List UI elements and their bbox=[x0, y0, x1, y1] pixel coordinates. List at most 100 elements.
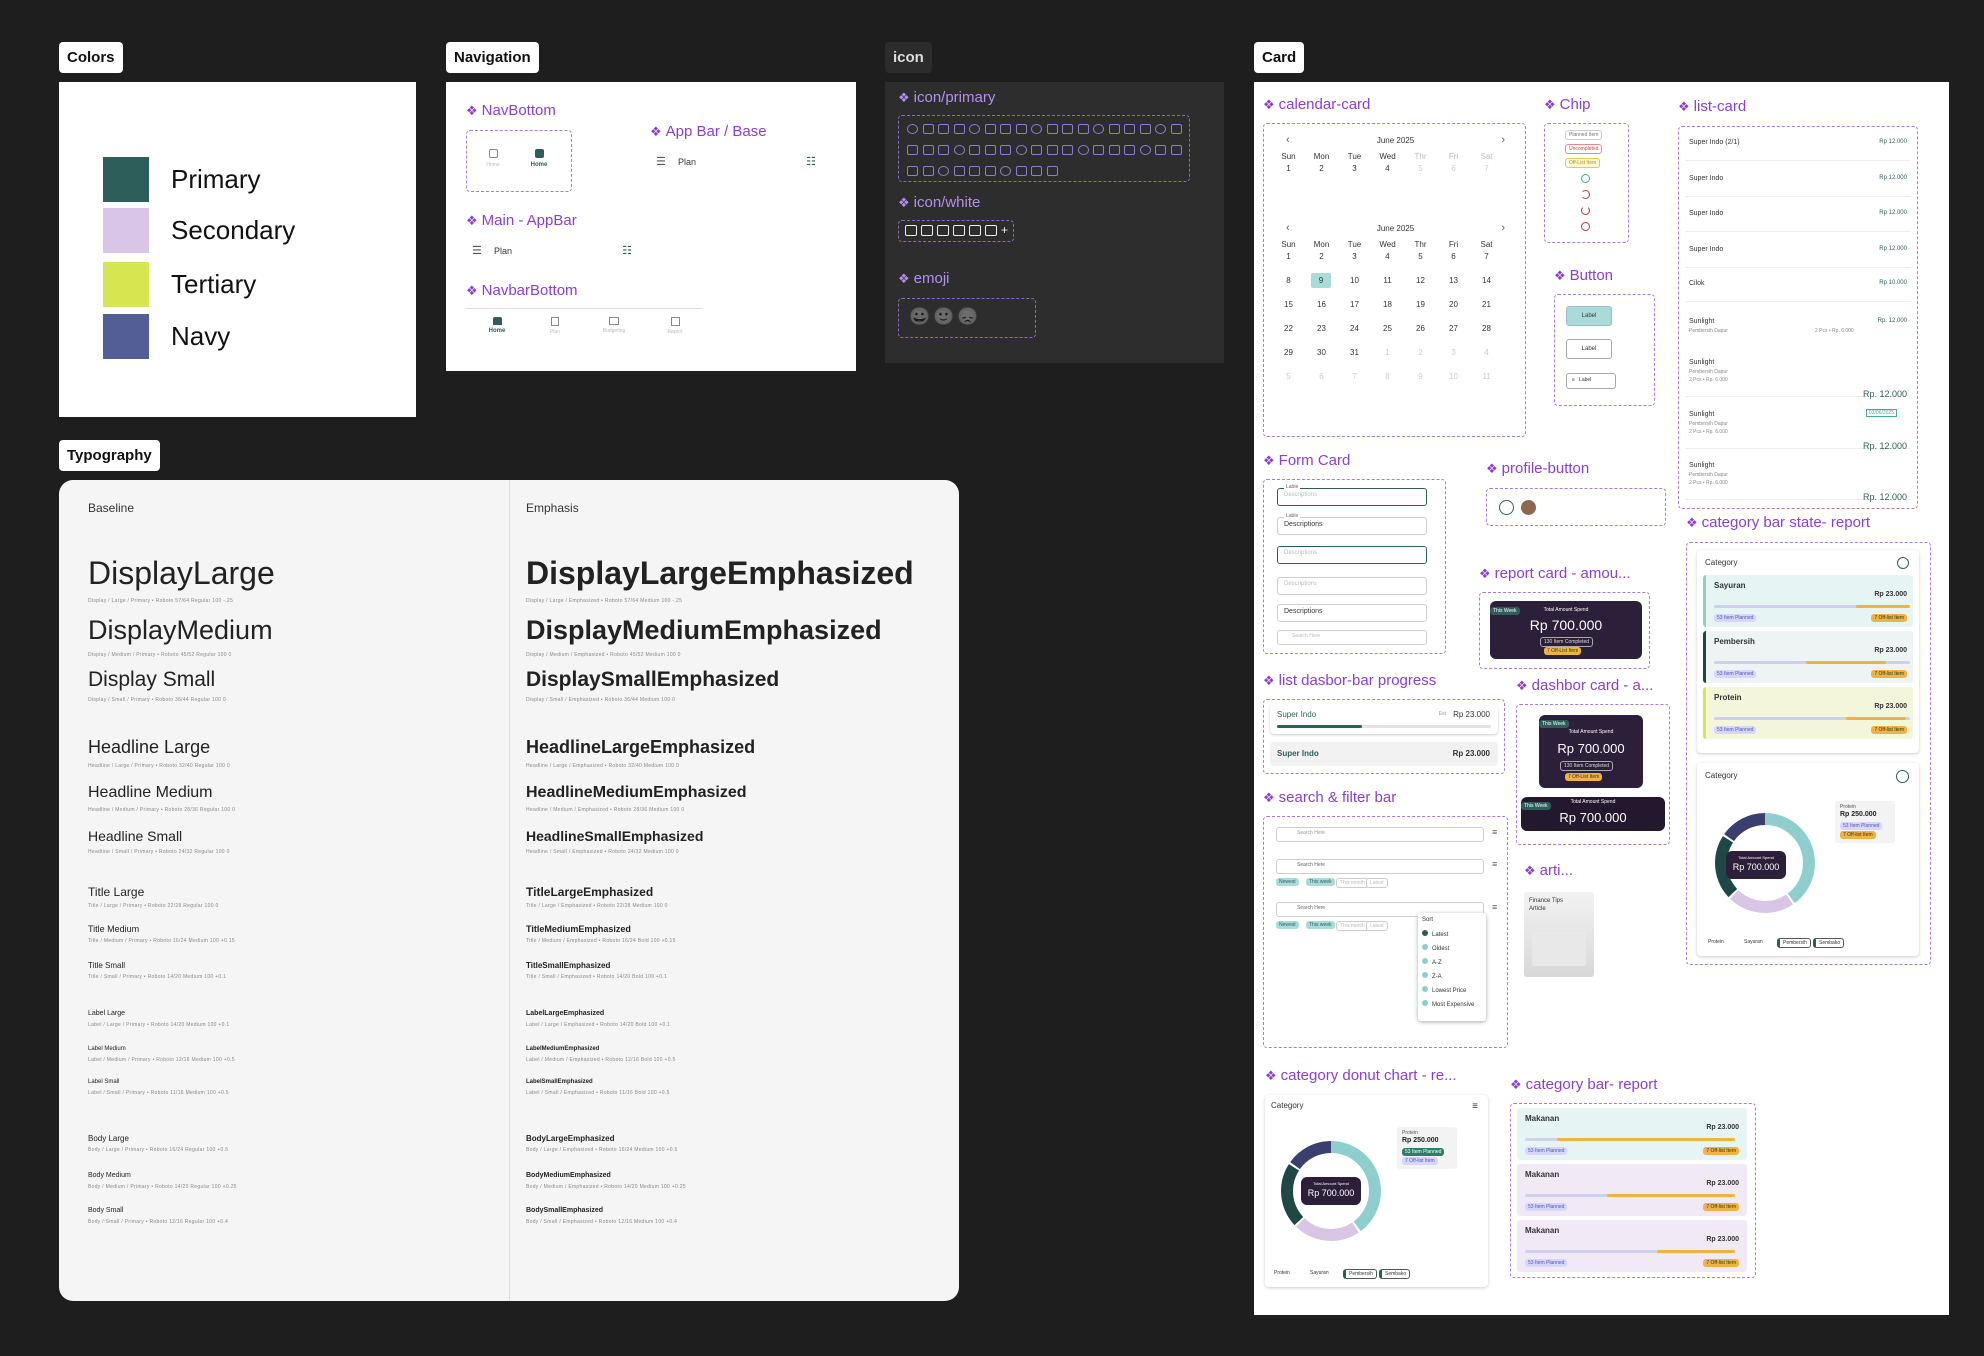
list-dasbor-item[interactable]: Super Indo Est Rp 23.000 bbox=[1270, 704, 1498, 734]
icon-glyph-icon[interactable] bbox=[953, 145, 965, 155]
calendar-day[interactable]: 2 bbox=[1404, 348, 1437, 357]
emoji-happy-icon[interactable]: 😀 bbox=[909, 307, 930, 327]
calendar-day[interactable]: 23 bbox=[1305, 324, 1338, 333]
list-card-row[interactable]: Super Indo Rp 12.000 bbox=[1685, 240, 1911, 268]
icon-glyph-icon[interactable] bbox=[1077, 145, 1089, 155]
outlined-button[interactable]: Label bbox=[1566, 339, 1612, 359]
icon-glyph-icon[interactable] bbox=[1015, 145, 1027, 155]
search-input[interactable]: Search Here bbox=[1276, 827, 1484, 842]
icon-glyph-icon[interactable] bbox=[1031, 166, 1042, 176]
legend-item[interactable]: Sembako bbox=[1379, 1269, 1411, 1279]
icon-glyph-icon[interactable] bbox=[1000, 124, 1011, 134]
calendar-day[interactable]: 10 bbox=[1338, 276, 1371, 285]
list-dasbor-item-completed[interactable]: Super Indo Rp 23.000 bbox=[1270, 742, 1498, 766]
sort-option[interactable]: Most Expensive bbox=[1422, 1000, 1474, 1008]
navbar-item-plan[interactable]: Plan bbox=[540, 317, 570, 335]
calendar-day[interactable]: 5 bbox=[1404, 252, 1437, 261]
filled-button[interactable]: Label bbox=[1566, 306, 1612, 326]
filter-icon[interactable]: ≡ bbox=[1492, 827, 1497, 837]
calendar-day[interactable]: 21 bbox=[1470, 300, 1503, 309]
icon-glyph-icon[interactable] bbox=[1031, 145, 1042, 155]
emoji-sad-icon[interactable]: 😞 bbox=[957, 307, 978, 327]
icon-white-glyph-icon[interactable] bbox=[985, 225, 997, 236]
calendar-day[interactable]: 24 bbox=[1338, 324, 1371, 333]
calendar-day[interactable]: 7 bbox=[1470, 252, 1503, 261]
calendar-day[interactable]: 4 bbox=[1470, 348, 1503, 357]
calendar-day[interactable]: 6 bbox=[1437, 164, 1470, 173]
calendar-day[interactable]: 19 bbox=[1404, 300, 1437, 309]
icon-glyph-icon[interactable] bbox=[1046, 145, 1058, 155]
icon-glyph-icon[interactable] bbox=[1108, 124, 1120, 134]
filter-chip[interactable]: Latest bbox=[1366, 921, 1388, 931]
nav-item-home-inactive[interactable]: Home bbox=[481, 149, 505, 168]
chevron-right-icon[interactable]: › bbox=[1501, 134, 1505, 146]
legend-item[interactable]: Protein bbox=[1705, 938, 1727, 946]
icon-white-glyph-icon[interactable]: + bbox=[1001, 224, 1013, 236]
icon-glyph-icon[interactable] bbox=[938, 145, 949, 155]
icon-glyph-icon[interactable] bbox=[907, 124, 918, 134]
icon-glyph-icon[interactable] bbox=[953, 124, 965, 134]
icon-glyph-icon[interactable] bbox=[953, 166, 965, 176]
chip-planned[interactable]: Planned Item bbox=[1565, 130, 1603, 140]
icon-glyph-icon[interactable] bbox=[1093, 124, 1104, 134]
navbar-item-home[interactable]: Home bbox=[482, 317, 512, 334]
icon-white-glyph-icon[interactable] bbox=[905, 225, 917, 236]
list-card-row[interactable]: Super Indo (2/1) Rp 12.000 bbox=[1685, 133, 1911, 161]
icon-glyph-icon[interactable] bbox=[1124, 145, 1135, 155]
icon-glyph-icon[interactable] bbox=[1139, 145, 1151, 155]
icon-glyph-icon[interactable] bbox=[1124, 124, 1135, 134]
calendar-day[interactable]: 25 bbox=[1371, 324, 1404, 333]
icon-glyph-icon[interactable] bbox=[907, 166, 918, 176]
icon-glyph-icon[interactable] bbox=[1000, 145, 1011, 155]
icon-glyph-icon[interactable] bbox=[922, 166, 934, 176]
calendar-day[interactable]: 4 bbox=[1371, 164, 1404, 173]
form-field-filled[interactable]: Descriptions bbox=[1277, 517, 1427, 535]
form-field-empty[interactable]: Descriptions bbox=[1277, 577, 1427, 595]
calendar-day[interactable]: 11 bbox=[1470, 372, 1503, 381]
calendar-day[interactable]: 30 bbox=[1305, 348, 1338, 357]
list-icon[interactable]: ☷ bbox=[806, 155, 816, 168]
legend-item[interactable]: Sayuran bbox=[1741, 938, 1766, 946]
calendar-day[interactable]: 1 bbox=[1272, 164, 1305, 173]
calendar-day[interactable]: 7 bbox=[1470, 164, 1503, 173]
calendar-day[interactable]: 8 bbox=[1371, 372, 1404, 381]
icon-glyph-icon[interactable] bbox=[1170, 145, 1182, 155]
icon-glyph-icon[interactable] bbox=[1015, 124, 1027, 134]
calendar-day[interactable]: 1 bbox=[1272, 252, 1305, 261]
icon-glyph-icon[interactable] bbox=[969, 166, 980, 176]
calendar-day[interactable]: 6 bbox=[1305, 372, 1338, 381]
calendar-day[interactable]: 7 bbox=[1338, 372, 1371, 381]
icon-glyph-icon[interactable] bbox=[1139, 124, 1151, 134]
icon-glyph-icon[interactable] bbox=[938, 166, 949, 176]
chip-uncompleted[interactable]: Uncompleted bbox=[1565, 144, 1603, 154]
icon-glyph-icon[interactable] bbox=[969, 124, 980, 134]
category-bar-item[interactable]: Makanan Rp 23.000 53 Item Planned 7 Off-lis… bbox=[1517, 1164, 1747, 1216]
menu-icon[interactable]: ☰ bbox=[656, 155, 666, 168]
legend-item[interactable]: Pembersih bbox=[1777, 938, 1811, 948]
icon-white-glyph-icon[interactable] bbox=[953, 225, 965, 236]
list-card-row[interactable]: Sunlight Rp. 12.000 Pembersih Dapur 2 Pcs •… bbox=[1685, 456, 1911, 502]
list-card-row[interactable]: Cilok Rp 10.000 bbox=[1685, 274, 1911, 302]
calendar-day[interactable]: 9 bbox=[1311, 273, 1331, 288]
legend-item[interactable]: Sembako bbox=[1813, 938, 1845, 948]
list-card-row[interactable]: Sunlight Rp. 12.000 Pembersih Dapur 2 Pcs •… bbox=[1685, 405, 1911, 451]
list-icon[interactable]: ☷ bbox=[622, 244, 632, 257]
sort-option[interactable]: Lowest Price bbox=[1422, 986, 1466, 994]
icon-glyph-icon[interactable] bbox=[1046, 124, 1058, 134]
icon-glyph-icon[interactable] bbox=[938, 124, 949, 134]
bar-chart-icon[interactable] bbox=[1896, 770, 1909, 783]
calendar-day[interactable]: 13 bbox=[1437, 276, 1470, 285]
category-bar-item[interactable]: Sayuran Rp 23.000 53 Item Planned 7 Off-lis… bbox=[1703, 575, 1913, 627]
list-card-row[interactable]: Sunlight Rp. 12.000 Pembersih Dapur 2 Pcs •… bbox=[1685, 312, 1911, 356]
calendar-day[interactable]: 4 bbox=[1371, 252, 1404, 261]
category-bar-item[interactable]: Protein Rp 23.000 53 Item Planned 7 Off-lis… bbox=[1703, 687, 1913, 739]
icon-white-glyph-icon[interactable] bbox=[937, 225, 949, 236]
navbar-item-report[interactable]: Report bbox=[660, 317, 690, 335]
calendar-day[interactable]: 2 bbox=[1305, 252, 1338, 261]
icon-glyph-icon[interactable] bbox=[1031, 124, 1042, 134]
sort-option[interactable]: Oldest bbox=[1422, 944, 1449, 952]
calendar-day[interactable]: 27 bbox=[1437, 324, 1470, 333]
chevron-left-icon[interactable]: ‹ bbox=[1286, 222, 1290, 234]
calendar-day[interactable]: 3 bbox=[1437, 348, 1470, 357]
legend-item[interactable]: Protein bbox=[1271, 1269, 1293, 1277]
